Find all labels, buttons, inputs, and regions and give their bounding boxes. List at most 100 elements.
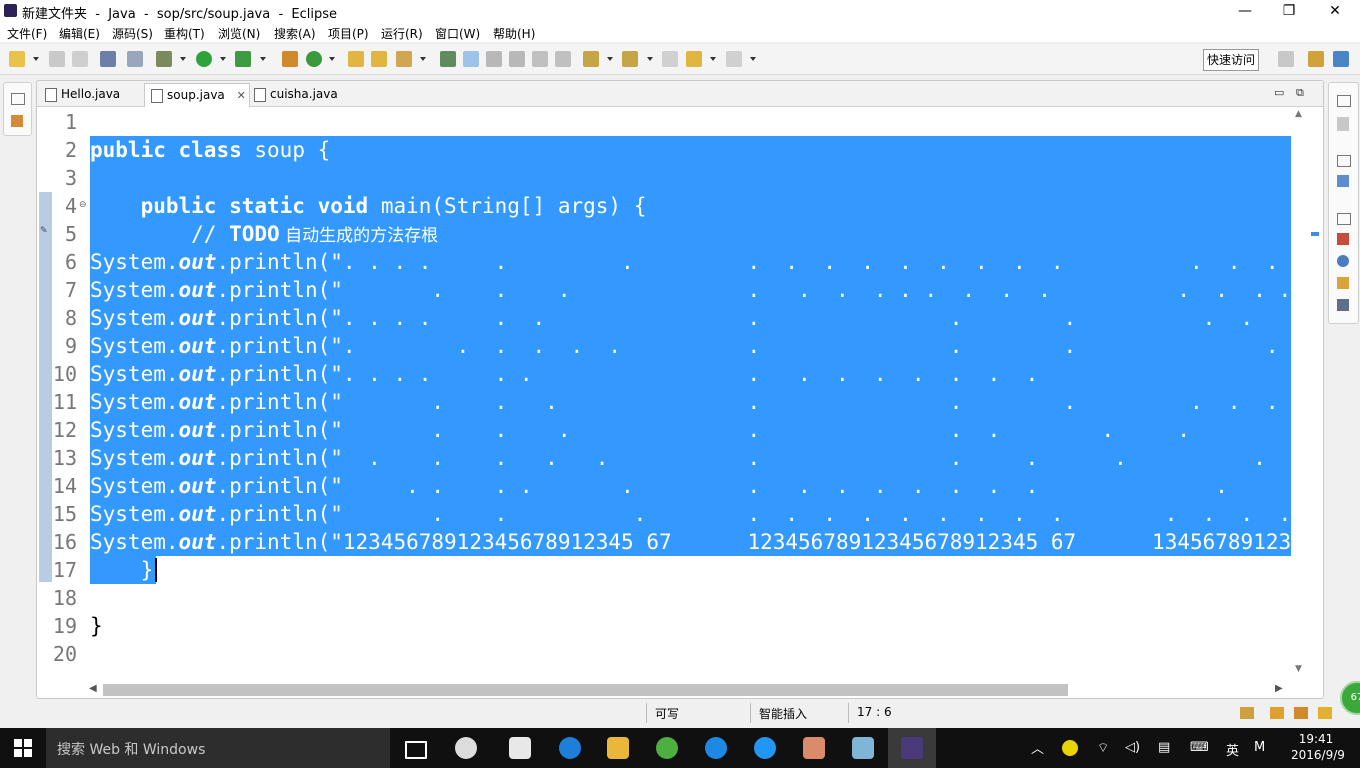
tab-cuisha-java[interactable]: cuisha.java (248, 83, 356, 106)
security-tray-icon[interactable] (1062, 740, 1078, 756)
back-dropdown-icon[interactable] (710, 57, 716, 61)
forward-dropdown-icon[interactable] (750, 57, 756, 61)
scroll-up-icon[interactable]: ▲ (1295, 109, 1302, 119)
open-perspective-icon[interactable] (1278, 51, 1294, 67)
breadcrumb-icon[interactable] (486, 51, 502, 67)
search-dropdown-icon[interactable] (420, 57, 426, 61)
volume-icon[interactable]: ◁) (1125, 740, 1140, 755)
k-app-icon[interactable] (705, 737, 727, 759)
outline-icon[interactable] (1337, 175, 1349, 187)
debug-dropdown-icon[interactable] (180, 57, 186, 61)
new-dropdown-icon[interactable] (33, 57, 39, 61)
new-package-icon[interactable] (282, 51, 298, 67)
run-dropdown-icon[interactable] (220, 57, 226, 61)
notebook-app-icon[interactable] (852, 737, 874, 759)
wifi-icon[interactable]: ⌔ (1097, 740, 1109, 756)
keyboard-icon[interactable]: ⌨ (1190, 740, 1209, 755)
people-app-icon[interactable] (803, 737, 825, 759)
search-icon[interactable] (396, 51, 412, 67)
fold-collapse-icon[interactable]: ⊖ (79, 200, 87, 210)
toggle-mark-icon[interactable] (440, 51, 456, 67)
save-icon[interactable] (49, 51, 65, 67)
menu-help[interactable]: 帮助(H) (493, 25, 535, 42)
last-edit-icon[interactable] (662, 51, 678, 67)
start-windows-icon[interactable] (14, 739, 32, 757)
restore-icon[interactable] (1337, 213, 1351, 225)
new-icon[interactable] (9, 51, 25, 67)
previous-annotation-icon[interactable] (622, 51, 638, 67)
restore-icon[interactable] (1337, 95, 1351, 107)
horizontal-scroll-thumb[interactable] (103, 684, 1068, 696)
wand-icon[interactable] (1318, 707, 1332, 719)
scroll-right-icon[interactable]: ▶ (1275, 683, 1283, 694)
active-app-highlight[interactable] (888, 728, 936, 768)
external-tools-dropdown-icon[interactable] (260, 57, 266, 61)
s-app-icon[interactable] (754, 737, 776, 759)
minimize-button[interactable]: — (1222, 0, 1268, 22)
task-list-icon[interactable] (1337, 117, 1349, 131)
menu-project[interactable]: 项目(P) (328, 25, 369, 42)
tab-hello-java[interactable]: Hello.java (39, 83, 143, 106)
run-icon[interactable] (196, 51, 212, 67)
show-source-icon[interactable] (555, 51, 571, 67)
hat-icon[interactable] (1294, 707, 1308, 719)
previous-annotation-dropdown-icon[interactable] (647, 57, 653, 61)
app-fan-icon[interactable] (455, 737, 477, 759)
debug-perspective-icon[interactable] (1308, 51, 1324, 67)
store-icon[interactable] (509, 737, 531, 759)
taskbar-search-box[interactable]: 搜索 Web 和 Windows (46, 728, 390, 768)
eclipse-taskbar-icon[interactable] (901, 737, 923, 759)
forward-icon[interactable] (726, 51, 742, 67)
menu-run[interactable]: 运行(R) (381, 25, 423, 42)
next-annotation-icon[interactable] (583, 51, 599, 67)
ime-language[interactable]: 英 (1226, 740, 1239, 759)
new-class-dropdown-icon[interactable] (329, 57, 335, 61)
ime-mode[interactable]: M (1254, 740, 1265, 755)
menu-search[interactable]: 搜索(A) (274, 25, 316, 42)
java-perspective-icon[interactable] (1333, 51, 1349, 67)
console-view-icon[interactable] (1337, 299, 1349, 311)
problems-icon[interactable] (1337, 233, 1349, 245)
menu-window[interactable]: 窗口(W) (435, 25, 480, 42)
scroll-down-icon[interactable]: ▼ (1295, 664, 1302, 674)
new-class-icon[interactable] (306, 51, 322, 67)
file-explorer-icon[interactable] (607, 737, 629, 759)
open-task-icon[interactable] (371, 51, 387, 67)
quick-access-field[interactable]: 快速访问 (1203, 49, 1259, 71)
restore-icon[interactable] (11, 93, 25, 105)
minimize-editor-icon[interactable]: ▭ (1274, 86, 1284, 99)
whitespace-icon[interactable] (532, 51, 548, 67)
maximize-editor-icon[interactable]: ⧉ (1296, 86, 1304, 100)
close-tab-icon[interactable]: ✕ (237, 89, 246, 102)
package-explorer-icon[interactable] (11, 115, 23, 127)
task-view-icon[interactable] (405, 741, 427, 759)
show-hidden-icons-icon[interactable]: ︿ (1031, 738, 1044, 757)
restore-button[interactable]: ❐ (1266, 0, 1312, 22)
next-annotation-dropdown-icon[interactable] (607, 57, 613, 61)
task-marker-icon[interactable]: ✎ (40, 226, 48, 236)
overview-ruler-marker[interactable] (1311, 232, 1319, 236)
restore-icon[interactable] (1337, 155, 1351, 167)
console-icon[interactable] (100, 51, 116, 67)
menu-navigate[interactable]: 浏览(N) (218, 25, 260, 42)
menu-source[interactable]: 源码(S) (112, 25, 153, 42)
notifications-icon[interactable]: ▤ (1158, 740, 1170, 755)
heap-icon[interactable] (1240, 707, 1254, 719)
open-type-icon[interactable] (348, 51, 364, 67)
javadoc-icon[interactable] (1337, 255, 1349, 267)
skip-breakpoints-icon[interactable] (127, 51, 143, 67)
highlight-icon[interactable] (463, 51, 479, 67)
back-icon[interactable] (686, 51, 702, 67)
block-select-icon[interactable] (509, 51, 525, 67)
tab-soup-java[interactable]: soup.java ✕ (144, 83, 250, 107)
external-tools-icon[interactable] (235, 51, 251, 67)
book-icon[interactable] (1270, 707, 1284, 719)
horizontal-scrollbar[interactable]: ◀ ▶ (89, 683, 1285, 696)
menu-refactor[interactable]: 重构(T) (164, 25, 205, 42)
code-area[interactable]: 1 2 public class soup { 3 4 ⊖ public sta… (37, 108, 1323, 682)
save-all-icon[interactable] (72, 51, 88, 67)
browser-360-icon[interactable] (656, 737, 678, 759)
close-button[interactable]: ✕ (1312, 0, 1358, 22)
scroll-left-icon[interactable]: ◀ (89, 683, 97, 694)
declaration-icon[interactable] (1337, 277, 1349, 289)
